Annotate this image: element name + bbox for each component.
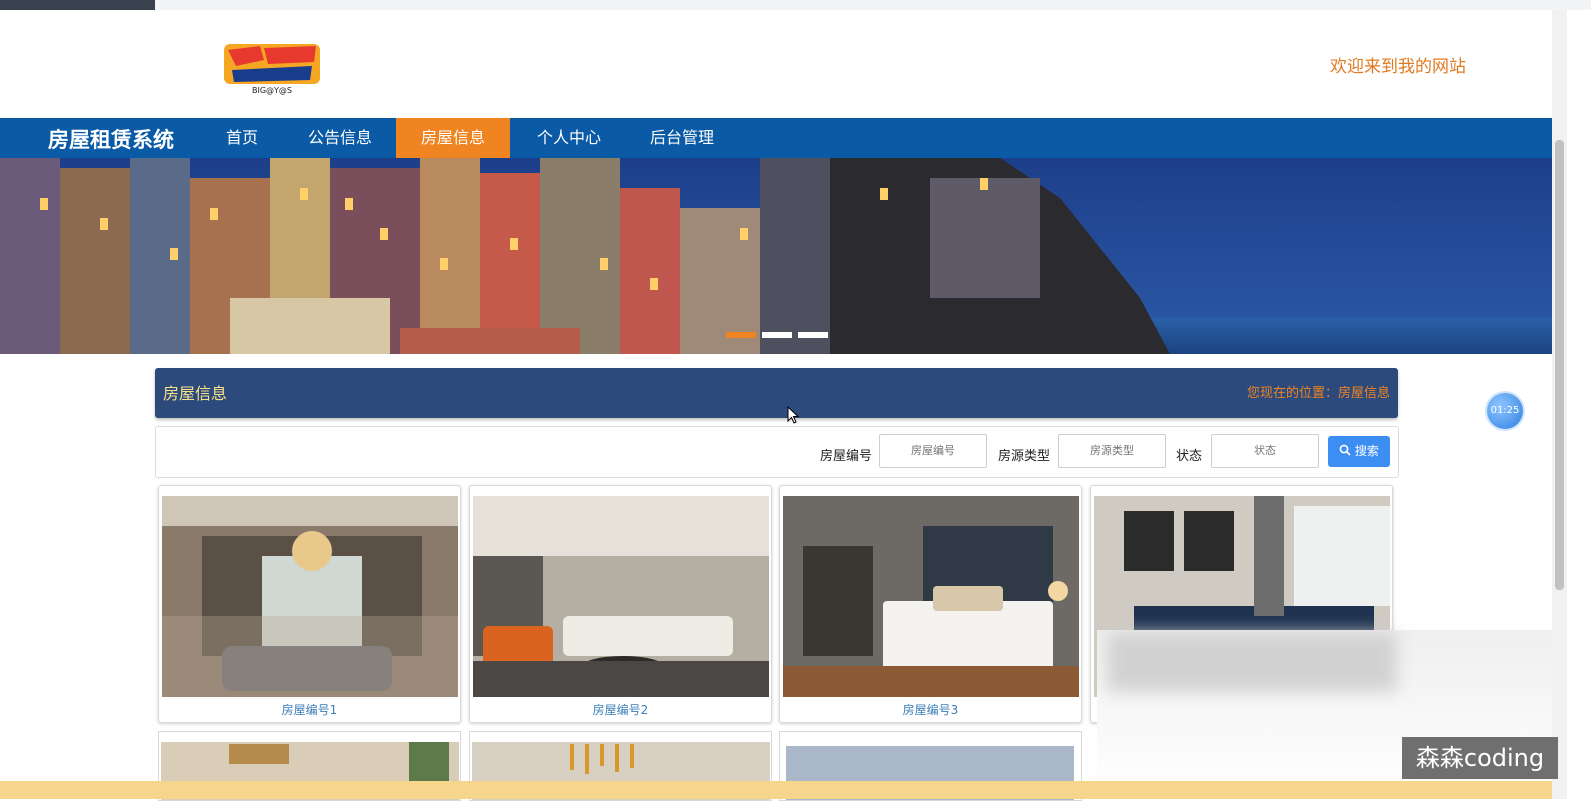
house-number-label: 房屋编号 bbox=[820, 449, 873, 464]
house-caption-3[interactable]: 房屋编号3 bbox=[780, 701, 1081, 718]
top-strip-dark bbox=[0, 0, 155, 10]
section-header: 房屋信息 您现在的位置：房屋信息 bbox=[155, 368, 1398, 418]
welcome-text: 欢迎来到我的网站 bbox=[1330, 57, 1466, 77]
banner-image bbox=[0, 158, 1552, 354]
page-scrollbar[interactable] bbox=[1552, 10, 1567, 799]
breadcrumb-current[interactable]: 房屋信息 bbox=[1338, 386, 1390, 401]
status-label: 状态 bbox=[1176, 449, 1203, 464]
top-strip bbox=[0, 0, 1591, 10]
search-icon bbox=[1339, 444, 1351, 456]
house-caption-1[interactable]: 房屋编号1 bbox=[159, 701, 460, 718]
breadcrumb-prefix: 您现在的位置： bbox=[1246, 386, 1338, 401]
brand-title[interactable]: 房屋租赁系统 bbox=[48, 124, 174, 154]
banner-carousel[interactable] bbox=[0, 158, 1552, 354]
house-card-1[interactable]: 房屋编号1 bbox=[158, 485, 461, 723]
nav-item-personal-center[interactable]: 个人中心 bbox=[525, 118, 613, 158]
watermark: 森森coding bbox=[1402, 737, 1558, 779]
house-caption-2[interactable]: 房屋编号2 bbox=[470, 701, 771, 718]
breadcrumb: 您现在的位置：房屋信息 bbox=[1247, 382, 1390, 401]
carousel-dot-3[interactable] bbox=[798, 332, 828, 338]
mouse-cursor-icon bbox=[787, 406, 799, 424]
search-bar: 房屋编号 房源类型 状态 搜索 bbox=[155, 426, 1399, 478]
search-button-label: 搜索 bbox=[1354, 444, 1379, 458]
scrollbar-thumb[interactable] bbox=[1555, 140, 1564, 590]
nav-item-houses[interactable]: 房屋信息 bbox=[396, 118, 510, 158]
bottom-bar bbox=[0, 781, 1552, 799]
nav-item-announcements[interactable]: 公告信息 bbox=[296, 118, 384, 158]
search-button[interactable]: 搜索 bbox=[1328, 436, 1390, 467]
nav-item-admin[interactable]: 后台管理 bbox=[638, 118, 726, 158]
status-input[interactable] bbox=[1211, 434, 1319, 468]
blur-smudge bbox=[1107, 632, 1397, 692]
house-image-3 bbox=[783, 496, 1079, 697]
site-logo[interactable]: BIG@Y@S bbox=[220, 40, 324, 96]
house-image-1 bbox=[162, 496, 458, 697]
carousel-dots bbox=[726, 332, 828, 338]
house-card-2[interactable]: 房屋编号2 bbox=[469, 485, 772, 723]
recording-timer[interactable]: 01:25 bbox=[1487, 393, 1523, 429]
site-header: BIG@Y@S 欢迎来到我的网站 bbox=[0, 10, 1552, 118]
carousel-dot-1[interactable] bbox=[726, 332, 756, 338]
carousel-dot-2[interactable] bbox=[762, 332, 792, 338]
section-title: 房屋信息 bbox=[163, 384, 228, 403]
logo-text: BIG@Y@S bbox=[252, 86, 292, 95]
house-number-input[interactable] bbox=[879, 434, 987, 468]
house-type-input[interactable] bbox=[1058, 434, 1166, 468]
house-card-3[interactable]: 房屋编号3 bbox=[779, 485, 1082, 723]
house-image-2 bbox=[473, 496, 769, 697]
house-type-label: 房源类型 bbox=[998, 449, 1051, 464]
nav-item-home[interactable]: 首页 bbox=[212, 118, 272, 158]
main-nav: 房屋租赁系统 首页 公告信息 房屋信息 个人中心 后台管理 bbox=[0, 118, 1552, 158]
